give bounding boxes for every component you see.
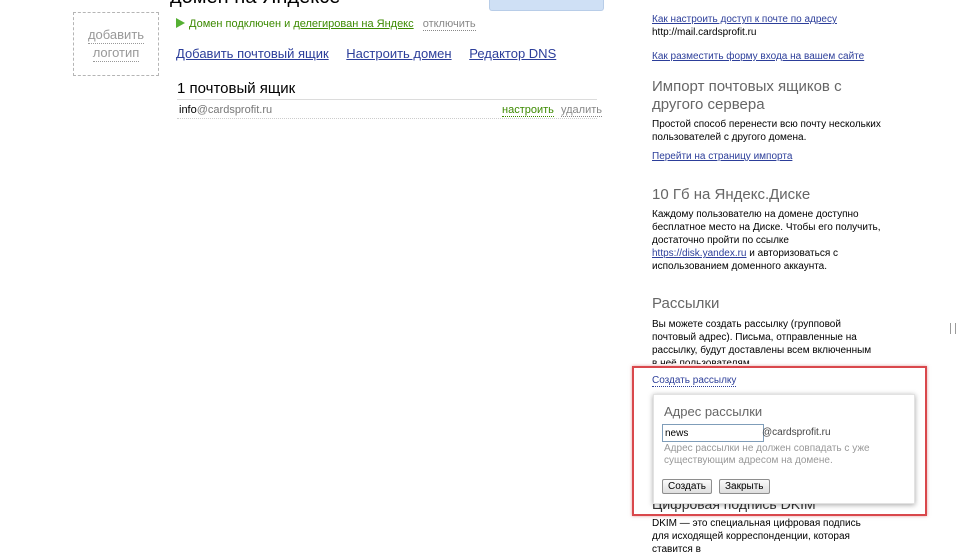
divider bbox=[177, 99, 597, 100]
table-row: info@cardsprofit.ru настроить удалить bbox=[179, 104, 603, 117]
mailbox-count-heading: 1 почтовый ящик bbox=[177, 80, 296, 97]
flag-icon bbox=[176, 18, 185, 28]
delegated-link[interactable]: делегирован на Яндекс bbox=[293, 18, 413, 30]
scrollbar-grip[interactable] bbox=[950, 323, 956, 334]
add-logo-placeholder[interactable]: добавить логотип bbox=[73, 12, 159, 76]
disk-text: Каждому пользователю на домене доступно … bbox=[652, 209, 881, 246]
dns-editor-link[interactable]: Редактор DNS bbox=[469, 46, 556, 61]
add-logo-label-line2: логотип bbox=[92, 45, 140, 62]
add-logo-label-line1: добавить bbox=[87, 27, 145, 44]
popup-title: Адрес рассылки bbox=[664, 404, 763, 419]
mailbox-address[interactable]: info@cardsprofit.ru bbox=[179, 104, 272, 116]
page-title: домен на Яндексе bbox=[170, 0, 340, 9]
import-description: Простой способ перенести всю почту неско… bbox=[652, 119, 881, 143]
top-action-button[interactable] bbox=[489, 0, 604, 11]
address-hint: Адрес рассылки не должен совпадать с уже… bbox=[664, 443, 870, 466]
domain-suffix: @cardsprofit.ru bbox=[762, 427, 831, 438]
mailing-lists-description: Вы можете создать рассылку (групповой по… bbox=[652, 319, 872, 364]
create-button[interactable]: Создать bbox=[662, 479, 713, 494]
disk-heading: 10 Гб на Яндекс.Диске bbox=[652, 186, 811, 203]
disconnect-link[interactable]: отключить bbox=[422, 18, 476, 31]
mail-url: http://mail.cardsprofit.ru bbox=[652, 27, 757, 38]
delete-mailbox-link[interactable]: удалить bbox=[561, 104, 603, 117]
import-heading: Импорт почтовых ящиков с другого сервера bbox=[652, 78, 842, 113]
create-mailing-list-popup: Адрес рассылки @cardsprofit.ru Адрес рас… bbox=[653, 394, 915, 504]
domain-actions: Добавить почтовый ящик Настроить домен Р… bbox=[176, 46, 570, 61]
mailbox-domain: @cardsprofit.ru bbox=[196, 104, 273, 116]
close-button[interactable]: Закрыть bbox=[719, 479, 770, 494]
domain-status: Домен подключен и делегирован на Яндекс … bbox=[176, 18, 476, 31]
dkim-description: DKIM — это специальная цифровая подпись … bbox=[652, 518, 861, 555]
disk-description: Каждому пользователю на домене доступно … bbox=[652, 208, 884, 273]
configure-domain-link[interactable]: Настроить домен bbox=[346, 46, 451, 61]
import-page-link[interactable]: Перейти на страницу импорта bbox=[652, 151, 892, 162]
mail-access-help-link[interactable]: Как настроить доступ к почте по адресу bbox=[652, 14, 892, 25]
disk-url-link[interactable]: https://disk.yandex.ru bbox=[652, 248, 747, 259]
add-mailbox-link[interactable]: Добавить почтовый ящик bbox=[176, 46, 329, 61]
configure-mailbox-link[interactable]: настроить bbox=[502, 104, 554, 117]
divider bbox=[177, 118, 597, 119]
mailing-lists-heading: Рассылки bbox=[652, 295, 720, 312]
mailbox-login: info bbox=[179, 104, 197, 116]
login-form-help-link[interactable]: Как разместить форму входа на вашем сайт… bbox=[652, 51, 892, 62]
mailing-list-address-input[interactable] bbox=[662, 424, 764, 442]
domain-status-text: Домен подключен и bbox=[189, 18, 291, 30]
